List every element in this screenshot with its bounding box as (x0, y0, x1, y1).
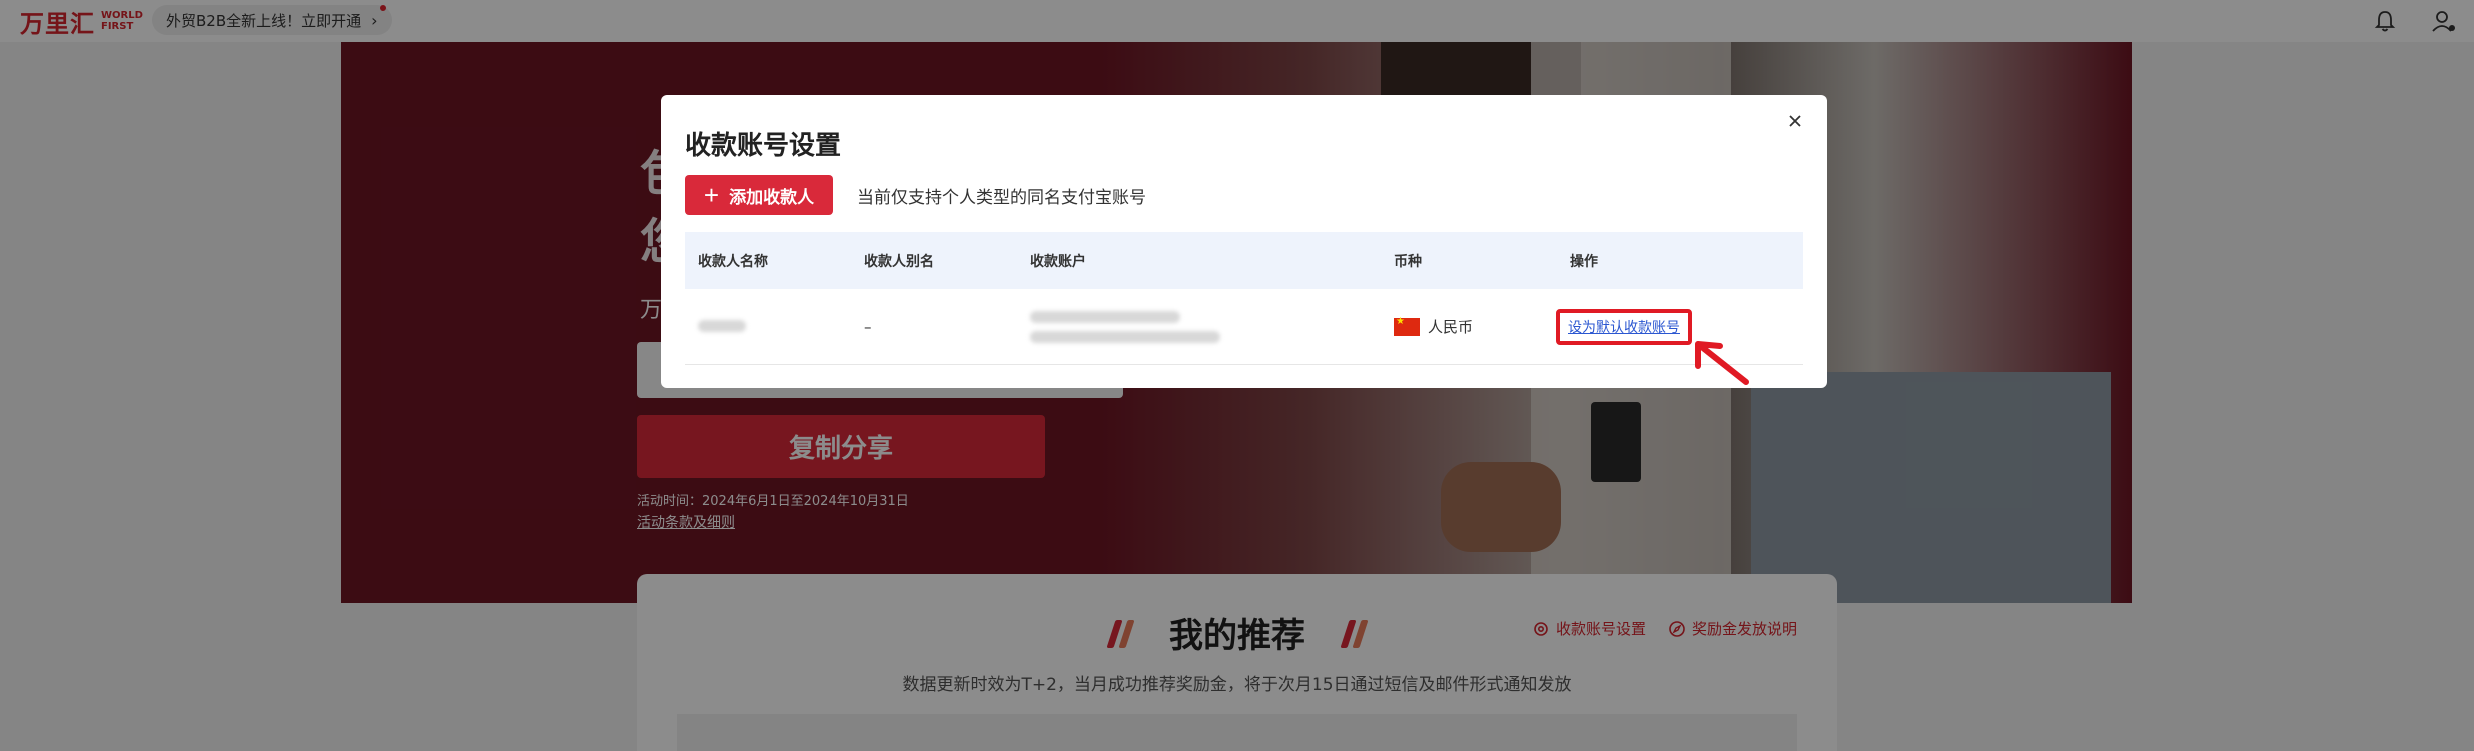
support-hint: 当前仅支持个人类型的同名支付宝账号 (857, 188, 1146, 208)
payee-alias-cell: – (864, 317, 872, 336)
col-payee-alias: 收款人别名 (864, 253, 934, 270)
plus-icon: + (703, 180, 720, 210)
col-actions: 操作 (1570, 253, 1598, 270)
china-flag-icon (1394, 316, 1420, 336)
modal-title: 收款账号设置 (685, 131, 842, 161)
currency-label: 人民币 (1428, 318, 1474, 336)
redacted-name (698, 319, 746, 332)
pointer-arrow-annotation-icon (1695, 341, 1749, 385)
redacted-account-line2 (1030, 330, 1220, 343)
payee-account-settings-modal: 收款账号设置 + 添加收款人 当前仅支持个人类型的同名支付宝账号 收款人名称 收… (661, 95, 1827, 388)
payee-name-cell (685, 318, 851, 336)
add-payee-label: 添加收款人 (729, 187, 815, 207)
currency-cell: 人民币 (1381, 316, 1557, 337)
col-currency: 币种 (1394, 253, 1422, 270)
col-payee-name: 收款人名称 (698, 253, 768, 270)
set-default-account-link[interactable]: 设为默认收款账号 (1556, 308, 1692, 345)
table-row: – 人民币 设为默认收款账号 (685, 289, 1803, 365)
close-icon[interactable] (1783, 109, 1807, 133)
table-header: 收款人名称 收款人别名 收款账户 币种 操作 (685, 232, 1803, 289)
account-cell (1017, 310, 1381, 343)
payee-table: 收款人名称 收款人别名 收款账户 币种 操作 – 人民币 设为默认收款账号 (685, 232, 1803, 365)
add-payee-button[interactable]: + 添加收款人 (685, 175, 833, 215)
col-account: 收款账户 (1030, 253, 1086, 270)
redacted-account-line1 (1030, 310, 1180, 323)
